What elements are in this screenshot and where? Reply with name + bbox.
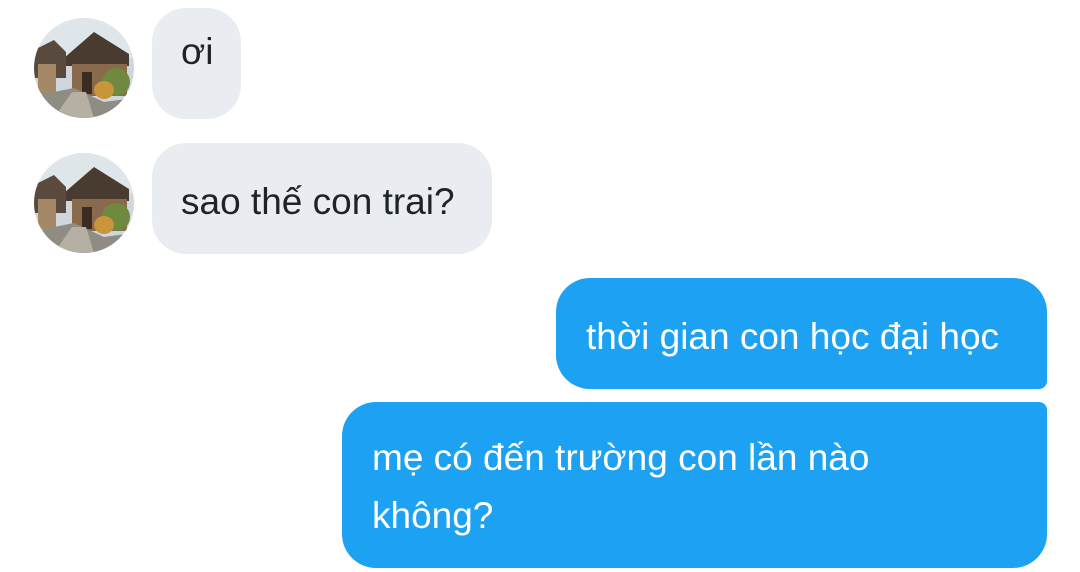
outgoing-message-bubble[interactable]: thời gian con học đại học bbox=[556, 278, 1047, 389]
contact-avatar[interactable] bbox=[34, 18, 134, 118]
hanok-village-photo-icon bbox=[34, 18, 134, 118]
outgoing-message-bubble[interactable]: mẹ có đến trường con lần nào không? bbox=[342, 402, 1047, 568]
message-text-line: không? bbox=[372, 495, 494, 536]
hanok-village-photo-icon bbox=[34, 153, 134, 253]
incoming-message-bubble[interactable]: ơi bbox=[152, 8, 241, 119]
message-text: thời gian con học đại học bbox=[586, 316, 1000, 357]
message-text-line: mẹ có đến trường con lần nào bbox=[372, 437, 870, 478]
message-text: sao thế con trai? bbox=[181, 181, 455, 222]
message-text: ơi bbox=[181, 31, 214, 72]
contact-avatar[interactable] bbox=[34, 153, 134, 253]
incoming-message-bubble[interactable]: sao thế con trai? bbox=[152, 143, 492, 254]
